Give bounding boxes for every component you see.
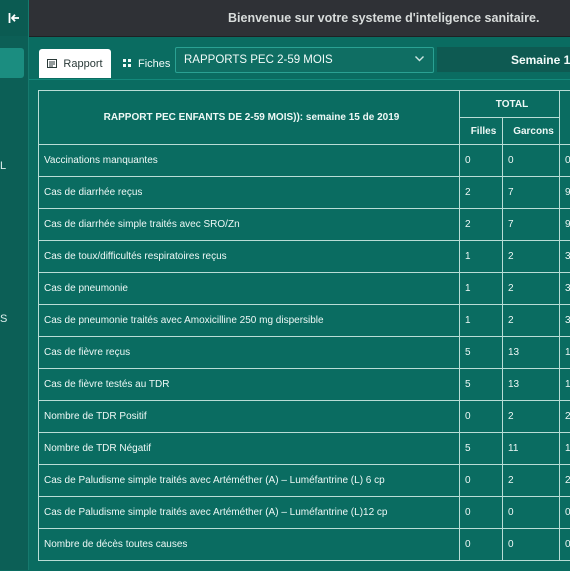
- table-row: Cas de pneumonie123: [39, 273, 570, 305]
- garcons-cell: 2: [503, 241, 560, 273]
- filles-cell: 0: [460, 529, 503, 561]
- extra-cell: 9: [560, 177, 570, 209]
- report-panel: RAPPORT PEC ENFANTS DE 2-59 MOIS)): sema…: [29, 79, 570, 571]
- table-row: Cas de toux/difficultés respiratoires re…: [39, 241, 570, 273]
- garcons-cell: 0: [503, 145, 560, 177]
- filles-cell: 2: [460, 209, 503, 241]
- filles-cell: 0: [460, 465, 503, 497]
- row-label: Cas de Paludisme simple traités avec Art…: [39, 465, 460, 497]
- extra-cell: 9: [560, 209, 570, 241]
- table-row: Cas de pneumonie traités avec Amoxicilli…: [39, 305, 570, 337]
- sidebar-collapse-button[interactable]: [0, 0, 28, 36]
- table-row: Nombre de TDR Positif022: [39, 401, 570, 433]
- row-label: Cas de pneumonie: [39, 273, 460, 305]
- table-row: Cas de diarrhée simple traités avec SRO/…: [39, 209, 570, 241]
- collapse-left-icon: [8, 12, 20, 24]
- sidebar-item-active[interactable]: [0, 48, 24, 78]
- extra-cell: 3: [560, 273, 570, 305]
- garcons-cell: 7: [503, 209, 560, 241]
- garcons-cell: 2: [503, 273, 560, 305]
- row-label: Cas de fièvre testés au TDR: [39, 369, 460, 401]
- row-label: Cas de diarrhée reçus: [39, 177, 460, 209]
- extra-cell: 1: [560, 337, 570, 369]
- extra-cell: 0: [560, 145, 570, 177]
- extra-cell: 3: [560, 305, 570, 337]
- table-row: Cas de Paludisme simple traités avec Art…: [39, 465, 570, 497]
- table-row: Cas de Paludisme simple traités avec Art…: [39, 497, 570, 529]
- report-title: RAPPORT PEC ENFANTS DE 2-59 MOIS)): sema…: [39, 91, 460, 145]
- row-label: Cas de toux/difficultés respiratoires re…: [39, 241, 460, 273]
- extra-cell: 0: [560, 529, 570, 561]
- sidebar-item-label[interactable]: L: [0, 160, 6, 172]
- row-label: Cas de diarrhée simple traités avec SRO/…: [39, 209, 460, 241]
- row-label: Cas de Paludisme simple traités avec Art…: [39, 497, 460, 529]
- garcons-cell: 0: [503, 497, 560, 529]
- table-row: Cas de fièvre reçus5131: [39, 337, 570, 369]
- garcons-cell: 13: [503, 369, 560, 401]
- extra-cell: 1: [560, 433, 570, 465]
- grid-icon: [123, 59, 132, 68]
- extra-cell: 1: [560, 369, 570, 401]
- garcons-cell: 0: [503, 529, 560, 561]
- garcons-cell: 2: [503, 465, 560, 497]
- report-icon: [47, 59, 57, 68]
- filles-cell: 5: [460, 433, 503, 465]
- filles-cell: 5: [460, 369, 503, 401]
- table-row: Nombre de TDR Négatif5111: [39, 433, 570, 465]
- extra-header: [560, 91, 570, 145]
- row-label: Nombre de TDR Positif: [39, 401, 460, 433]
- garcons-cell: 11: [503, 433, 560, 465]
- garcons-cell: 7: [503, 177, 560, 209]
- filles-header: Filles: [460, 118, 503, 145]
- sidebar-item-label[interactable]: S: [0, 313, 7, 325]
- report-type-value: RAPPORTS PEC 2-59 MOIS: [184, 54, 333, 66]
- filles-cell: 1: [460, 273, 503, 305]
- welcome-message: Bienvenue sur votre systeme d'inteligenc…: [228, 11, 539, 25]
- filles-cell: 5: [460, 337, 503, 369]
- top-bar: Bienvenue sur votre systeme d'inteligenc…: [29, 0, 570, 37]
- filles-cell: 2: [460, 177, 503, 209]
- row-label: Nombre de décès toutes causes: [39, 529, 460, 561]
- table-row: Nombre de décès toutes causes000: [39, 529, 570, 561]
- row-label: Cas de pneumonie traités avec Amoxicilli…: [39, 305, 460, 337]
- table-row: Cas de fièvre testés au TDR5131: [39, 369, 570, 401]
- extra-cell: 2: [560, 401, 570, 433]
- tab-bar: Rapport Fiches RAPPORTS PEC 2-59 MOIS Se…: [29, 37, 570, 79]
- tab-fiches-label: Fiches: [138, 58, 170, 70]
- tab-rapport[interactable]: Rapport: [39, 49, 111, 78]
- garcons-cell: 13: [503, 337, 560, 369]
- filles-cell: 0: [460, 145, 503, 177]
- filles-cell: 1: [460, 241, 503, 273]
- week-label: Semaine 15: [511, 53, 570, 67]
- report-table: RAPPORT PEC ENFANTS DE 2-59 MOIS)): sema…: [38, 90, 570, 561]
- row-label: Vaccinations manquantes: [39, 145, 460, 177]
- filles-cell: 0: [460, 497, 503, 529]
- row-label: Nombre de TDR Négatif: [39, 433, 460, 465]
- tab-rapport-label: Rapport: [63, 58, 102, 70]
- extra-cell: 0: [560, 497, 570, 529]
- extra-cell: 3: [560, 241, 570, 273]
- report-type-select[interactable]: RAPPORTS PEC 2-59 MOIS: [175, 47, 434, 73]
- filles-cell: 0: [460, 401, 503, 433]
- garcons-header: Garcons: [503, 118, 560, 145]
- table-row: Cas de diarrhée reçus279: [39, 177, 570, 209]
- extra-cell: 2: [560, 465, 570, 497]
- garcons-cell: 2: [503, 401, 560, 433]
- garcons-cell: 2: [503, 305, 560, 337]
- tab-fiches[interactable]: Fiches: [123, 49, 179, 78]
- total-header: TOTAL: [460, 91, 560, 118]
- chevron-down-icon: [414, 53, 425, 64]
- row-label: Cas de fièvre reçus: [39, 337, 460, 369]
- sidebar: L S: [0, 0, 29, 570]
- table-row: Vaccinations manquantes000: [39, 145, 570, 177]
- week-selector[interactable]: Semaine 15: [437, 47, 570, 72]
- filles-cell: 1: [460, 305, 503, 337]
